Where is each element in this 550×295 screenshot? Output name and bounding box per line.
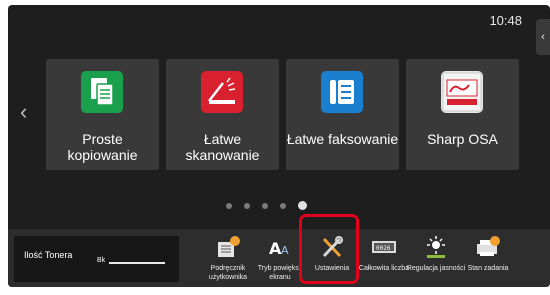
tile-sharp-osa[interactable]: Sharp OSA bbox=[406, 59, 519, 170]
job-status-label: Stan zadania bbox=[467, 265, 509, 272]
clock: 10:48 bbox=[489, 13, 522, 28]
page-dot[interactable] bbox=[280, 202, 286, 209]
manual-icon bbox=[215, 235, 241, 259]
text-zoom-icon: A A bbox=[267, 235, 293, 259]
brightness-button[interactable]: Regulacja jasności bbox=[407, 229, 465, 287]
total-count-label: Całkowita liczba bbox=[358, 265, 410, 272]
chevron-left-icon: ‹ bbox=[541, 31, 545, 43]
tile-simple-copy[interactable]: Proste kopiowanie bbox=[46, 59, 159, 170]
toner-level-bar bbox=[109, 262, 165, 264]
side-panel-tab[interactable]: ‹ bbox=[536, 19, 550, 55]
toner-status: Ilość Tonera Bk bbox=[14, 236, 179, 282]
job-status-icon bbox=[475, 235, 501, 259]
page-indicator bbox=[226, 201, 307, 210]
fax-icon bbox=[321, 71, 363, 113]
manual-button[interactable]: Podręcznik użytkownika bbox=[202, 229, 254, 287]
toner-label: Ilość Tonera bbox=[24, 250, 73, 260]
tile-easy-fax[interactable]: Łatwe faksowanie bbox=[286, 59, 399, 170]
page-dot[interactable] bbox=[226, 202, 232, 209]
job-status-button[interactable]: Stan zadania bbox=[462, 229, 514, 287]
copy-icon bbox=[81, 71, 123, 113]
home-screen: 10:48 ‹ ‹ Proste kopiowanie Łatwe skanow… bbox=[8, 5, 550, 287]
brightness-label: Regulacja jasności bbox=[406, 265, 466, 272]
tile-label: Łatwe faksowanie bbox=[286, 131, 399, 147]
toner-color-code: Bk bbox=[97, 257, 106, 264]
page-dot[interactable] bbox=[262, 202, 268, 209]
tile-label: Proste kopiowanie bbox=[67, 131, 138, 163]
bottom-bar: Ilość Tonera Bk Podręcznik użytkownika A… bbox=[8, 229, 550, 287]
counter-icon: 0026 bbox=[371, 235, 397, 259]
scan-icon bbox=[201, 71, 243, 113]
settings-highlight-frame bbox=[299, 214, 359, 284]
tile-label: Sharp OSA bbox=[427, 131, 498, 147]
tile-label: Łatwe skanowanie bbox=[185, 131, 260, 163]
brightness-icon bbox=[423, 235, 449, 259]
manual-label: Podręcznik użytkownika bbox=[208, 265, 248, 281]
page-dot-active[interactable] bbox=[298, 201, 307, 210]
tile-easy-scan[interactable]: Łatwe skanowanie bbox=[166, 59, 279, 170]
osa-icon bbox=[441, 71, 483, 113]
page-dot[interactable] bbox=[244, 202, 250, 209]
prev-page-arrow[interactable]: ‹ bbox=[20, 101, 27, 123]
svg-text:A: A bbox=[281, 244, 289, 257]
total-count-button[interactable]: 0026 Całkowita liczba bbox=[358, 229, 410, 287]
svg-text:0026: 0026 bbox=[376, 245, 391, 252]
